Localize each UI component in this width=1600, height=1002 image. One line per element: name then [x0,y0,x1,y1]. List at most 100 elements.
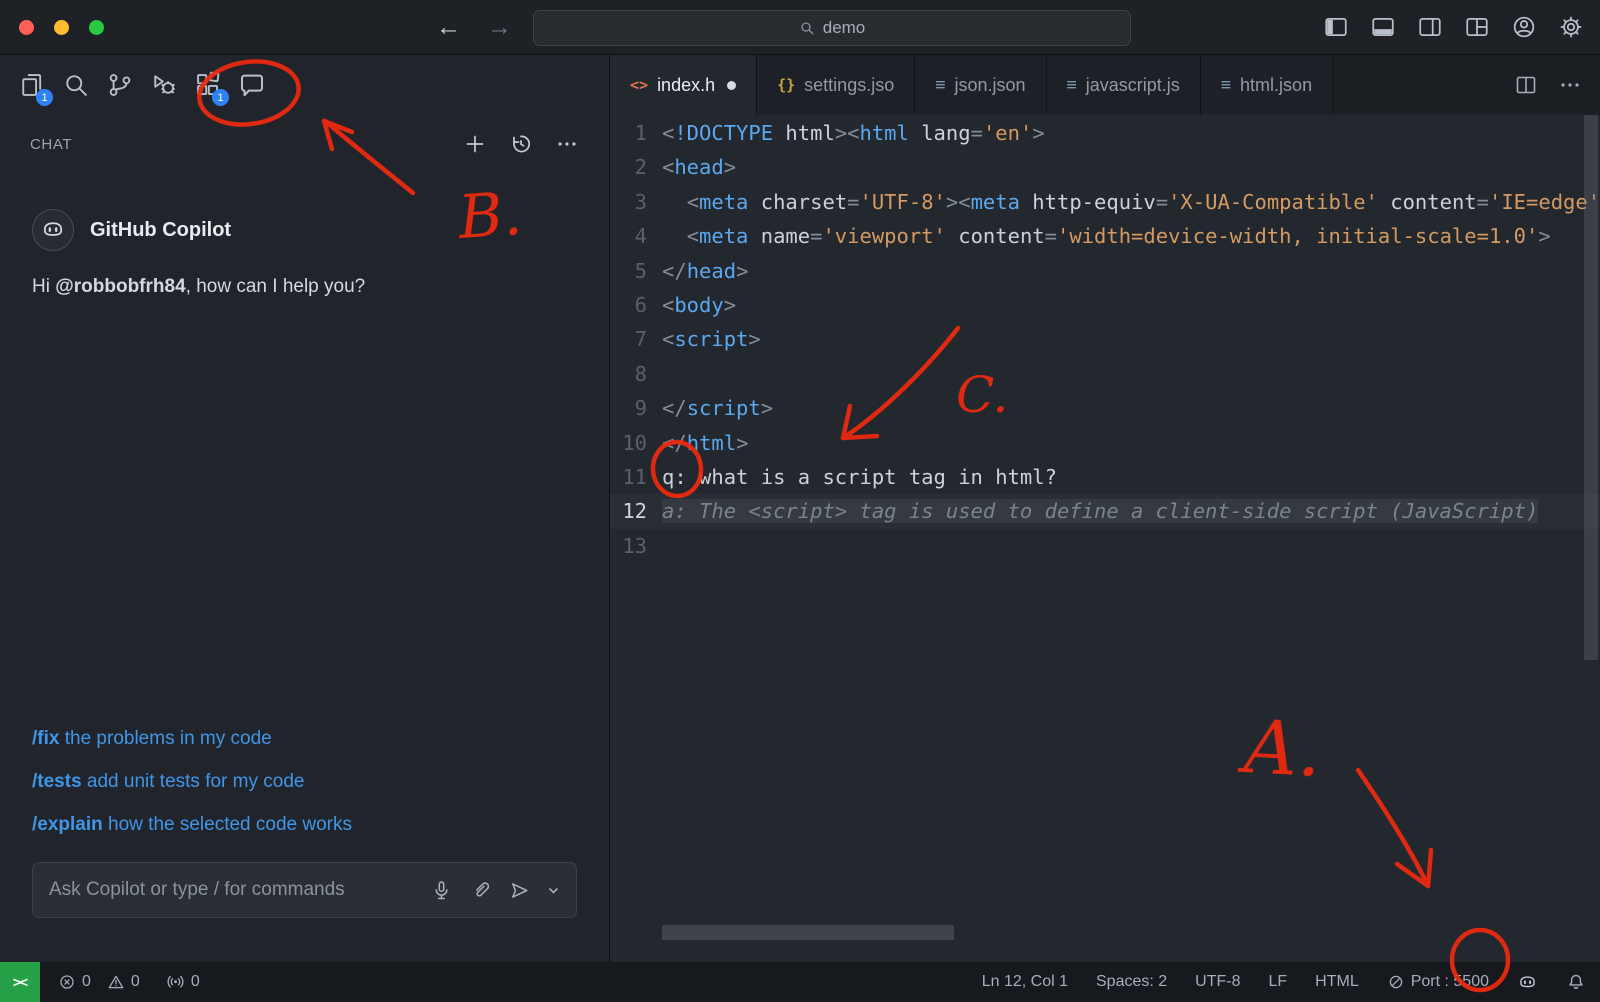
editor-tab-html-json[interactable]: ≡ html.json [1200,55,1334,115]
editor-actions [1504,55,1600,115]
new-chat-icon[interactable] [463,132,487,156]
command-name: /fix [32,728,60,749]
warnings-item[interactable]: 0 [107,973,140,991]
warning-icon [107,973,125,991]
toggle-panel-icon[interactable] [1370,14,1396,40]
language-mode-item[interactable]: HTML [1315,973,1359,991]
explorer-button[interactable]: 1 [14,67,53,106]
copilot-header: GitHub Copilot [32,209,577,251]
minimize-window-button[interactable] [54,20,69,35]
port-label: Port : 5500 [1410,973,1489,990]
source-control-button[interactable] [102,67,138,103]
code-line-6[interactable]: 6 <body> [610,288,1600,322]
vscode-window: ← → demo 1 1 CHAT GitHub Copilot Hi @rob… [0,0,1600,1002]
remote-indicator[interactable]: >< [0,962,40,1002]
mic-icon[interactable] [430,879,453,902]
line-number: 9 [634,396,647,421]
customize-layout-icon[interactable] [1464,14,1490,40]
line-number: 10 [622,430,647,455]
account-icon[interactable] [1511,14,1537,40]
line-content: <head> [662,155,737,180]
cursor-position-item[interactable]: Ln 12, Col 1 [982,973,1068,991]
copilot-greeting: Hi @robbobfrh84, how can I help you? [32,276,577,298]
chat-command-explain[interactable]: /explain how the selected code works [32,814,577,836]
chat-panel-title: CHAT [30,135,73,153]
encoding-item[interactable]: UTF-8 [1195,973,1240,991]
search-icon [799,20,815,36]
code-line-12[interactable]: 12 a: The <script> tag is used to define … [610,494,1600,528]
indentation-item[interactable]: Spaces: 2 [1096,973,1167,991]
line-content: </html> [662,430,749,455]
explorer-badge: 1 [36,89,53,106]
title-bar: ← → demo [0,0,1600,55]
live-server-port-item[interactable]: Port : 5500 [1387,973,1489,991]
settings-gear-icon[interactable] [1558,14,1584,40]
command-desc: add unit tests for my code [81,771,305,792]
line-content: <meta name='viewport' content='width=dev… [686,224,1551,249]
chat-input[interactable]: Ask Copilot or type / for commands [32,862,577,918]
warnings-count: 0 [130,973,140,990]
editor-tab-javascript-js[interactable]: ≡ javascript.js [1046,55,1201,115]
code-line-11[interactable]: 11 q: what is a script tag in html? [610,460,1600,494]
chat-command-fix[interactable]: /fix the problems in my code [32,728,577,750]
horizontal-scrollbar[interactable] [662,925,954,940]
forward-icon[interactable]: → [487,11,512,43]
back-icon[interactable]: ← [436,11,461,43]
notifications-bell-item[interactable] [1566,972,1586,992]
errors-item[interactable]: 0 [58,973,91,991]
code-line-3[interactable]: 3 <meta charset='UTF-8'><meta http-equiv… [610,185,1600,219]
code-line-4[interactable]: 4 <meta name='viewport' content='width=d… [610,219,1600,253]
port-icon [1387,973,1405,991]
tab-label: json.json [954,74,1026,95]
line-number: 11 [622,464,647,489]
line-content: </head> [662,258,749,283]
split-editor-icon[interactable] [1514,73,1538,97]
line-content: </script> [662,396,774,421]
code-line-7[interactable]: 7 <script> [610,322,1600,356]
tab-label: html.json [1240,74,1313,95]
chat-command-tests[interactable]: /tests add unit tests for my code [32,771,577,793]
chat-history-icon[interactable] [509,132,533,156]
status-right: Ln 12, Col 1 Spaces: 2 UTF-8 LF HTML Por… [982,972,1600,993]
vertical-scrollbar[interactable] [1584,115,1598,660]
extensions-badge: 1 [212,89,229,106]
chat-more-actions-icon[interactable] [555,132,579,156]
close-window-button[interactable] [19,20,34,35]
workbench: 1 1 CHAT GitHub Copilot Hi @robbobfrh84,… [0,55,1600,962]
chat-button[interactable] [234,67,270,103]
line-number: 1 [634,121,647,145]
editor-tab-index-h[interactable]: <> index.h [610,55,758,115]
eol-item[interactable]: LF [1268,973,1287,991]
code-line-10[interactable]: 10 </html> [610,426,1600,460]
chat-input-placeholder: Ask Copilot or type / for commands [49,879,345,900]
copilot-provider-name: GitHub Copilot [90,218,232,241]
line-content: <!DOCTYPE html><html lang='en'> [662,121,1045,145]
code-line-9[interactable]: 9 </script> [610,391,1600,425]
run-debug-button[interactable] [146,67,182,103]
line-content: <meta charset='UTF-8'><meta http-equiv='… [686,189,1600,214]
toggle-secondary-sidebar-icon[interactable] [1417,14,1443,40]
attach-context-icon[interactable] [469,879,492,902]
line-content: a: The <script> tag is used to define a … [662,499,1539,524]
editor-tab-settings-jso[interactable]: {} settings.jso [757,55,916,115]
command-desc: the problems in my code [59,728,272,749]
copilot-status-item[interactable] [1517,972,1538,993]
more-editor-actions-icon[interactable] [1558,73,1582,97]
command-center-search[interactable]: demo [533,10,1131,46]
maximize-window-button[interactable] [89,20,104,35]
code-line-5[interactable]: 5 </head> [610,254,1600,288]
code-line-8[interactable]: 8 [610,357,1600,391]
code-line-2[interactable]: 2 <head> [610,150,1600,184]
file-type-icon: ≡ [1220,75,1232,95]
chat-header-actions [463,132,579,156]
send-options-chevron-icon[interactable] [547,884,560,897]
code-line-1[interactable]: 1 <!DOCTYPE html><html lang='en'> [610,116,1600,150]
search-sidebar-button[interactable] [58,67,94,103]
send-icon[interactable] [508,879,531,902]
extensions-button[interactable]: 1 [190,67,229,106]
line-number: 2 [634,155,647,180]
editor-tab-json-json[interactable]: ≡ json.json [915,55,1047,115]
code-line-13[interactable]: 13 [610,529,1600,563]
toggle-primary-sidebar-icon[interactable] [1323,14,1349,40]
broadcast-item[interactable]: 0 [166,973,200,992]
